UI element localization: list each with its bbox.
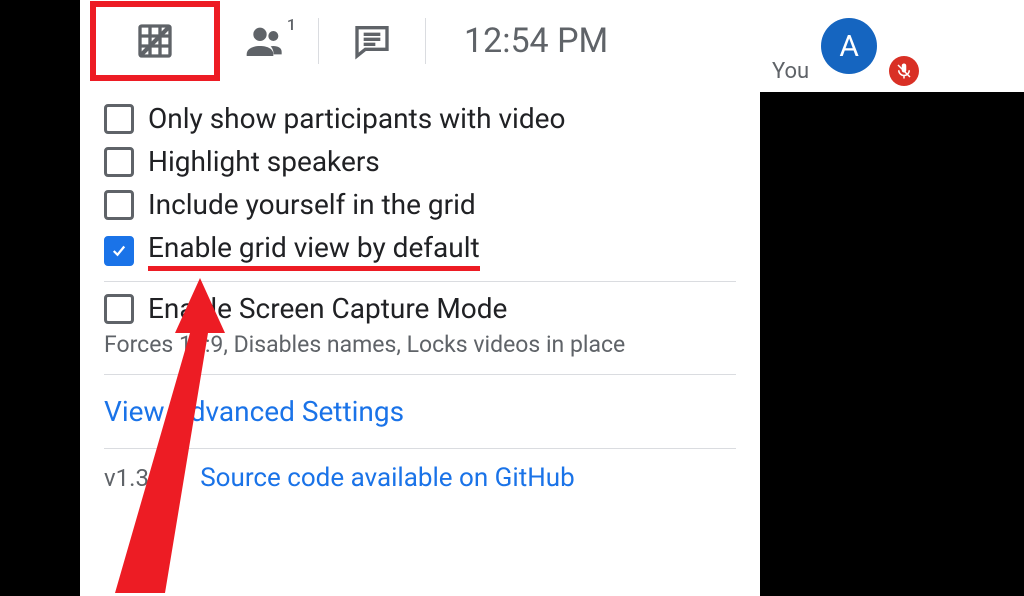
you-label: You bbox=[772, 59, 809, 84]
option-label: Enable Screen Capture Mode bbox=[148, 292, 507, 325]
self-video-tile: You A bbox=[760, 0, 1024, 92]
grid-view-toggle-button[interactable] bbox=[90, 1, 220, 81]
toolbar-separator bbox=[425, 18, 426, 64]
option-subtext: Forces 16:9, Disables names, Locks video… bbox=[104, 331, 736, 360]
people-icon bbox=[245, 21, 285, 61]
option-enable-grid-default: Enable grid view by default bbox=[104, 231, 736, 271]
option-screen-capture: Enable Screen Capture Mode bbox=[104, 292, 736, 325]
mic-off-icon bbox=[895, 62, 913, 80]
avatar: A bbox=[821, 18, 877, 74]
checkbox-enable-grid-default[interactable] bbox=[104, 236, 134, 266]
avatar-initial: A bbox=[839, 29, 859, 64]
separator bbox=[104, 281, 736, 282]
option-highlight-speakers: Highlight speakers bbox=[104, 145, 736, 178]
clock: 12:54 PM bbox=[464, 21, 608, 61]
option-include-self: Include yourself in the grid bbox=[104, 188, 736, 221]
participants-count: 1 bbox=[287, 15, 296, 34]
option-label: Only show participants with video bbox=[148, 102, 565, 135]
chat-button[interactable] bbox=[327, 11, 417, 71]
checkbox-screen-capture[interactable] bbox=[104, 294, 134, 324]
toolbar: 1 12:54 PM bbox=[80, 0, 760, 82]
option-label: Highlight speakers bbox=[148, 145, 380, 178]
checkbox-include-self[interactable] bbox=[104, 190, 134, 220]
advanced-settings-link[interactable]: View Advanced Settings bbox=[104, 395, 404, 428]
footer-row: v1.39.0 Source code available on GitHub bbox=[104, 463, 736, 493]
grid-off-icon bbox=[135, 21, 175, 61]
mic-muted-badge bbox=[889, 56, 919, 86]
checkbox-only-video[interactable] bbox=[104, 104, 134, 134]
toolbar-separator bbox=[318, 18, 319, 64]
settings-panel: 1 12:54 PM Only show participants with v… bbox=[80, 0, 760, 596]
option-only-video: Only show participants with video bbox=[104, 102, 736, 135]
version-label: v1.39.0 bbox=[104, 464, 182, 492]
source-link[interactable]: Source code available on GitHub bbox=[200, 463, 574, 493]
option-label: Include yourself in the grid bbox=[148, 188, 476, 221]
separator bbox=[104, 374, 736, 375]
chat-icon bbox=[352, 21, 392, 61]
participants-button[interactable]: 1 bbox=[220, 11, 310, 71]
options-list: Only show participants with video Highli… bbox=[80, 82, 760, 493]
checkbox-highlight-speakers[interactable] bbox=[104, 147, 134, 177]
separator bbox=[104, 448, 736, 449]
option-label: Enable grid view by default bbox=[148, 231, 480, 271]
